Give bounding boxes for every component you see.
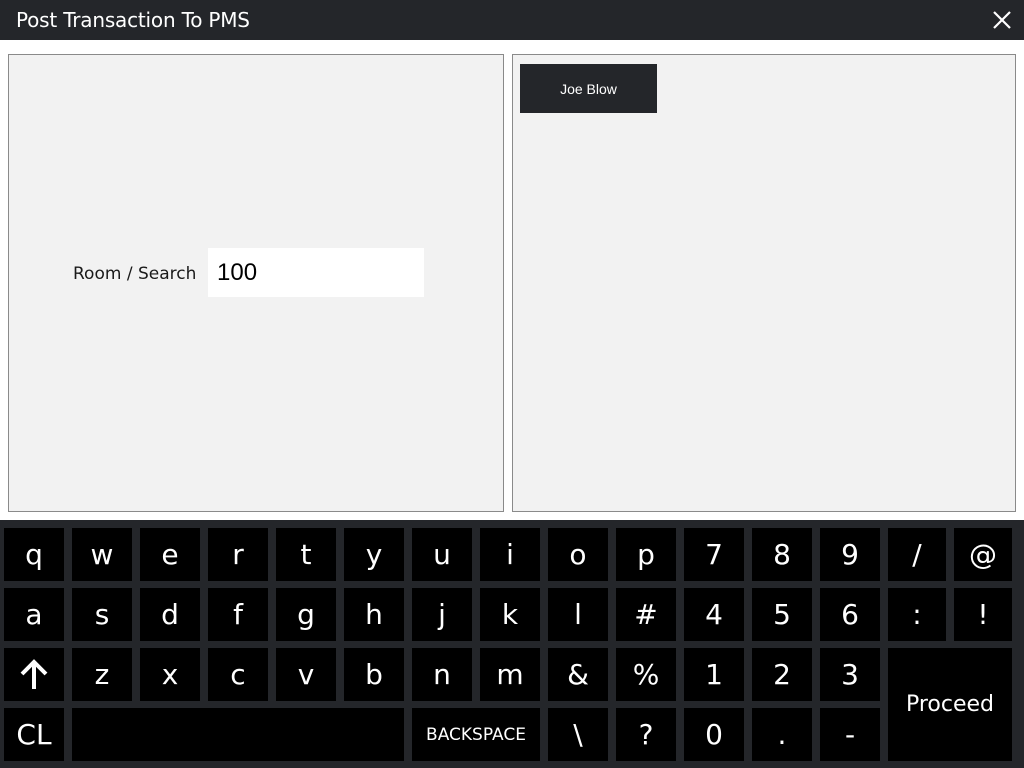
shift-key[interactable] (4, 648, 64, 701)
key-3[interactable]: 3 (820, 648, 880, 701)
key-5[interactable]: 5 (752, 588, 812, 641)
key-exclamation[interactable]: ! (954, 588, 1012, 641)
key-period[interactable]: . (752, 708, 812, 761)
key-o[interactable]: o (548, 528, 608, 581)
key-9[interactable]: 9 (820, 528, 880, 581)
close-icon (993, 11, 1011, 29)
key-p[interactable]: p (616, 528, 676, 581)
content-area: Room / Search Joe Blow (0, 40, 1024, 520)
space-key[interactable] (72, 708, 404, 761)
key-backslash[interactable]: \ (548, 708, 608, 761)
key-7[interactable]: 7 (684, 528, 744, 581)
key-dash[interactable]: - (820, 708, 880, 761)
key-0[interactable]: 0 (684, 708, 744, 761)
close-button[interactable] (988, 6, 1016, 34)
key-s[interactable]: s (72, 588, 132, 641)
key-t[interactable]: t (276, 528, 336, 581)
arrow-up-icon (20, 658, 48, 689)
key-1[interactable]: 1 (684, 648, 744, 701)
key-colon[interactable]: : (888, 588, 946, 641)
guest-result-button[interactable]: Joe Blow (520, 64, 657, 113)
key-v[interactable]: v (276, 648, 336, 701)
key-f[interactable]: f (208, 588, 268, 641)
key-ampersand[interactable]: & (548, 648, 608, 701)
window-title: Post Transaction To PMS (16, 8, 250, 32)
results-panel: Joe Blow (512, 54, 1016, 512)
key-w[interactable]: w (72, 528, 132, 581)
key-y[interactable]: y (344, 528, 404, 581)
key-h[interactable]: h (344, 588, 404, 641)
key-4[interactable]: 4 (684, 588, 744, 641)
key-percent[interactable]: % (616, 648, 676, 701)
key-g[interactable]: g (276, 588, 336, 641)
key-k[interactable]: k (480, 588, 540, 641)
key-m[interactable]: m (480, 648, 540, 701)
key-j[interactable]: j (412, 588, 472, 641)
key-r[interactable]: r (208, 528, 268, 581)
key-i[interactable]: i (480, 528, 540, 581)
key-slash[interactable]: / (888, 528, 946, 581)
title-bar: Post Transaction To PMS (0, 0, 1024, 40)
key-hash[interactable]: # (616, 588, 676, 641)
key-b[interactable]: b (344, 648, 404, 701)
key-at[interactable]: @ (954, 528, 1012, 581)
key-2[interactable]: 2 (752, 648, 812, 701)
key-d[interactable]: d (140, 588, 200, 641)
key-z[interactable]: z (72, 648, 132, 701)
key-a[interactable]: a (4, 588, 64, 641)
key-l[interactable]: l (548, 588, 608, 641)
key-u[interactable]: u (412, 528, 472, 581)
key-x[interactable]: x (140, 648, 200, 701)
clear-key[interactable]: CL (4, 708, 64, 761)
key-e[interactable]: e (140, 528, 200, 581)
room-search-label: Room / Search (73, 264, 197, 284)
key-n[interactable]: n (412, 648, 472, 701)
onscreen-keyboard: q w e r t y u i o p 7 8 9 / @ a s d f g … (0, 520, 1024, 768)
key-question[interactable]: ? (616, 708, 676, 761)
key-q[interactable]: q (4, 528, 64, 581)
key-c[interactable]: c (208, 648, 268, 701)
backspace-key[interactable]: BACKSPACE (412, 708, 540, 761)
room-search-input[interactable] (208, 248, 424, 297)
key-6[interactable]: 6 (820, 588, 880, 641)
search-panel: Room / Search (8, 54, 504, 512)
key-8[interactable]: 8 (752, 528, 812, 581)
proceed-button[interactable]: Proceed (888, 648, 1012, 761)
